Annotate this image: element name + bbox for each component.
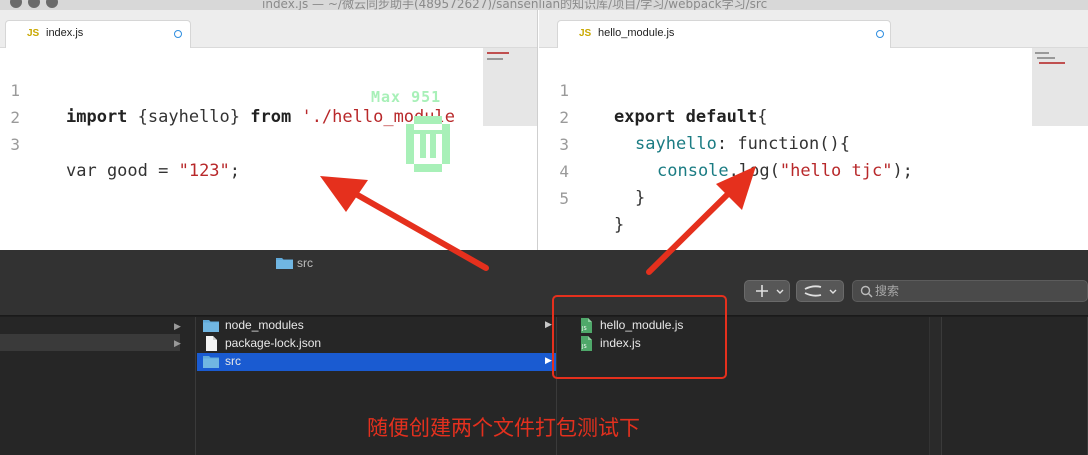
- annotation-caption: 随便创建两个文件打包测试下: [367, 416, 640, 440]
- annotation-arrows: [320, 166, 756, 275]
- annotation-arrow-left: [320, 176, 489, 271]
- annotation-arrow-right: [646, 166, 756, 275]
- screen: index.js — ~/微云同步助手(489572627)/sansenlia…: [0, 0, 1088, 455]
